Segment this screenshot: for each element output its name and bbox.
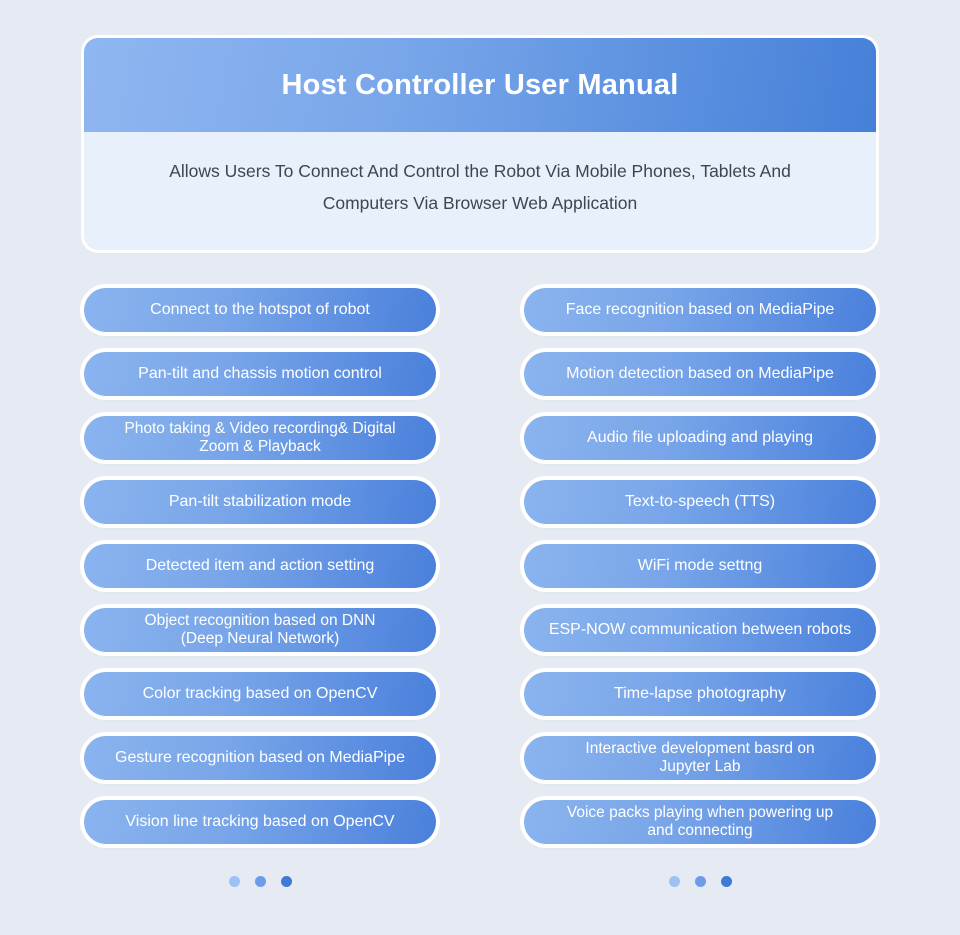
feature-pill[interactable]: Connect to the hotspot of robot [84,288,436,332]
feature-pill-label: Color tracking based on OpenCV [142,684,378,702]
feature-pill[interactable]: Photo taking & Video recording& Digital … [84,416,436,460]
feature-pill-label: Pan-tilt and chassis motion control [138,364,382,382]
left-feature-column: Connect to the hotspot of robot Pan-tilt … [84,288,436,844]
feature-pill[interactable]: Text-to-speech (TTS) [524,480,876,524]
pagination-dot[interactable] [694,875,706,887]
feature-pill-label: Motion detection based on MediaPipe [566,364,834,382]
feature-pill-label: WiFi mode settng [637,556,763,574]
feature-pill[interactable]: Time-lapse photography [524,672,876,716]
feature-pill[interactable]: Detected item and action setting [84,544,436,588]
pagination-dot[interactable] [280,875,292,887]
feature-pill-label: ESP-NOW communication between robots [548,620,852,638]
feature-pill[interactable]: Voice packs playing when powering up and… [524,800,876,844]
page-title: Host Controller User Manual [281,68,679,101]
left-pagination-dots[interactable] [84,872,436,890]
feature-pill[interactable]: Pan-tilt stabilization mode [84,480,436,524]
pagination-dot[interactable] [720,875,732,887]
feature-pill-label: Photo taking & Video recording& Digital … [124,419,396,455]
feature-pill-label: Connect to the hotspot of robot [150,300,370,318]
feature-pill-label: Interactive development basrd on Jupyter… [585,739,815,775]
feature-pill[interactable]: Interactive development basrd on Jupyter… [524,736,876,780]
feature-pill[interactable]: Audio file uploading and playing [524,416,876,460]
feature-columns: Connect to the hotspot of robot Pan-tilt … [84,288,876,844]
feature-pill[interactable]: Pan-tilt and chassis motion control [84,352,436,396]
right-feature-column: Face recognition based on MediaPipe Motio… [524,288,876,844]
pagination-dot[interactable] [228,875,240,887]
header-subtitle: Allows Users To Connect And Control the … [169,161,791,213]
feature-pill-label: Detected item and action setting [145,556,375,574]
header-card: Host Controller User Manual Allows Users… [84,38,876,250]
feature-pill[interactable]: ESP-NOW communication between robots [524,608,876,652]
feature-pill-label: Vision line tracking based on OpenCV [125,812,395,830]
feature-pill-label: Face recognition based on MediaPipe [565,300,835,318]
feature-pill[interactable]: Color tracking based on OpenCV [84,672,436,716]
feature-pill-label: Gesture recognition based on MediaPipe [115,748,405,766]
header-banner: Host Controller User Manual [84,38,876,132]
feature-pill-label: Text-to-speech (TTS) [624,492,776,510]
feature-pill[interactable]: Vision line tracking based on OpenCV [84,800,436,844]
feature-pill-label: Audio file uploading and playing [587,428,813,446]
pagination-row [84,872,876,890]
feature-pill-label: Object recognition based on DNN (Deep Ne… [144,611,376,647]
feature-pill-label: Voice packs playing when powering up and… [566,803,834,839]
feature-pill-label: Time-lapse photography [614,684,786,702]
feature-pill[interactable]: WiFi mode settng [524,544,876,588]
feature-pill[interactable]: Object recognition based on DNN (Deep Ne… [84,608,436,652]
pagination-dot[interactable] [668,875,680,887]
manual-poster: Host Controller User Manual Allows Users… [0,0,960,935]
pagination-dot[interactable] [254,875,266,887]
right-pagination-dots[interactable] [524,872,876,890]
feature-pill-label: Pan-tilt stabilization mode [168,492,352,510]
feature-pill[interactable]: Gesture recognition based on MediaPipe [84,736,436,780]
feature-pill[interactable]: Face recognition based on MediaPipe [524,288,876,332]
feature-pill[interactable]: Motion detection based on MediaPipe [524,352,876,396]
